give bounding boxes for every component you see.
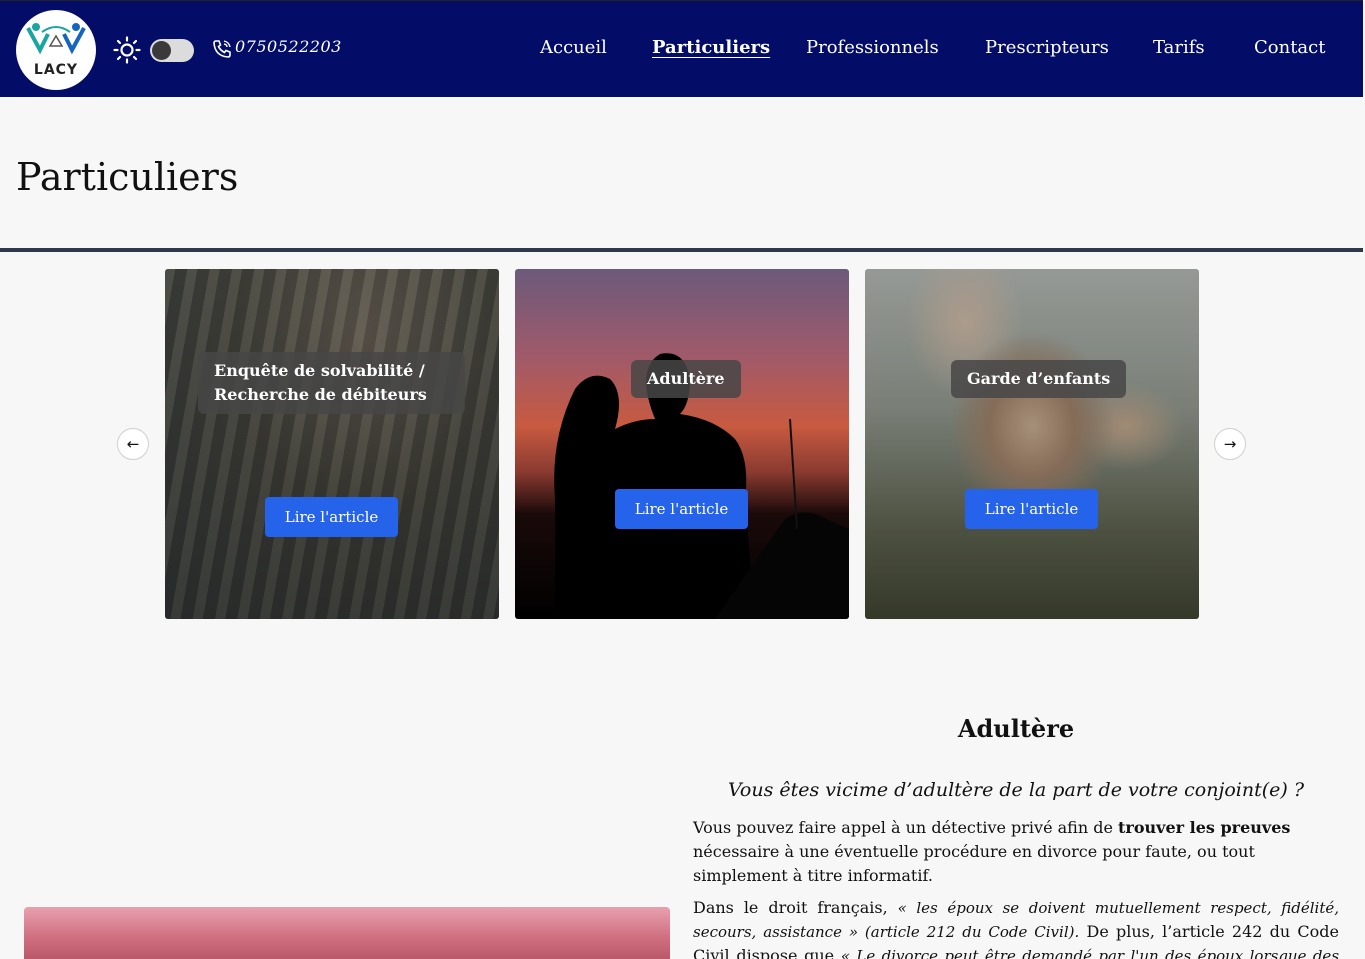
nav-accueil[interactable]: Accueil [540, 37, 607, 58]
article-lead: Vous êtes vicime d’adultère de la part d… [727, 779, 1305, 801]
phone-number[interactable]: 0750522203 [235, 37, 342, 56]
nav-contact[interactable]: Contact [1254, 37, 1325, 58]
read-article-button[interactable]: Lire l'article [615, 489, 748, 529]
title-divider [0, 248, 1363, 252]
article-paragraph-1: Vous pouvez faire appel à un détective p… [693, 816, 1339, 888]
sun-icon[interactable] [113, 36, 141, 64]
toggle-knob [152, 41, 171, 60]
lacy-logo[interactable]: LACY [16, 10, 96, 90]
carousel-next-button[interactable]: → [1214, 428, 1246, 460]
arrow-right-icon: → [1223, 435, 1237, 453]
p1-bold: trouver les preuves [1118, 818, 1291, 837]
article-title: Adultère [957, 714, 1075, 743]
p1-text-end: nécessaire à une éventuelle procédure en… [693, 842, 1255, 885]
nav-tarifs[interactable]: Tarifs [1153, 37, 1205, 58]
p1-text: Vous pouvez faire appel à un détective p… [693, 818, 1119, 837]
article-paragraph-2: Dans le droit français, « les époux se d… [693, 896, 1339, 959]
dark-mode-toggle[interactable] [150, 39, 194, 62]
phone-icon [213, 40, 231, 58]
carousel-card-solvabilite[interactable]: Enquête de solvabilité / Recherche de dé… [165, 269, 499, 619]
page-title: Particuliers [16, 155, 239, 199]
arrow-left-icon: ← [126, 435, 140, 453]
card-overlay [165, 269, 499, 619]
carousel-card-adultere[interactable]: Adultère Lire l'article [515, 269, 849, 619]
read-article-button[interactable]: Lire l'article [265, 497, 398, 537]
logo-emblem-icon [26, 23, 86, 55]
nav-professionnels[interactable]: Professionnels [806, 37, 939, 58]
card-overlay [865, 269, 1199, 619]
couple-silhouette [554, 353, 849, 619]
top-navbar: LACY 0750522203 Accueil Particuliers Pro… [0, 0, 1363, 97]
nav-prescripteurs[interactable]: Prescripteurs [985, 37, 1109, 58]
card-title: Adultère [631, 360, 741, 398]
p2-text: Dans le droit français, [693, 898, 898, 917]
carousel-card-garde-enfants[interactable]: Garde d’enfants Lire l'article [865, 269, 1199, 619]
card-title: Garde d’enfants [951, 360, 1127, 398]
nav-particuliers[interactable]: Particuliers [652, 37, 770, 58]
logo-text: LACY [33, 62, 79, 78]
read-article-button[interactable]: Lire l'article [965, 489, 1098, 529]
carousel-prev-button[interactable]: ← [117, 428, 149, 460]
card-title: Enquête de solvabilité / Recherche de dé… [198, 352, 465, 414]
article-sunset-image [24, 907, 670, 959]
card-title-line1: Enquête de solvabilité / [214, 361, 425, 380]
card-title-line2: Recherche de débiteurs [214, 385, 427, 404]
